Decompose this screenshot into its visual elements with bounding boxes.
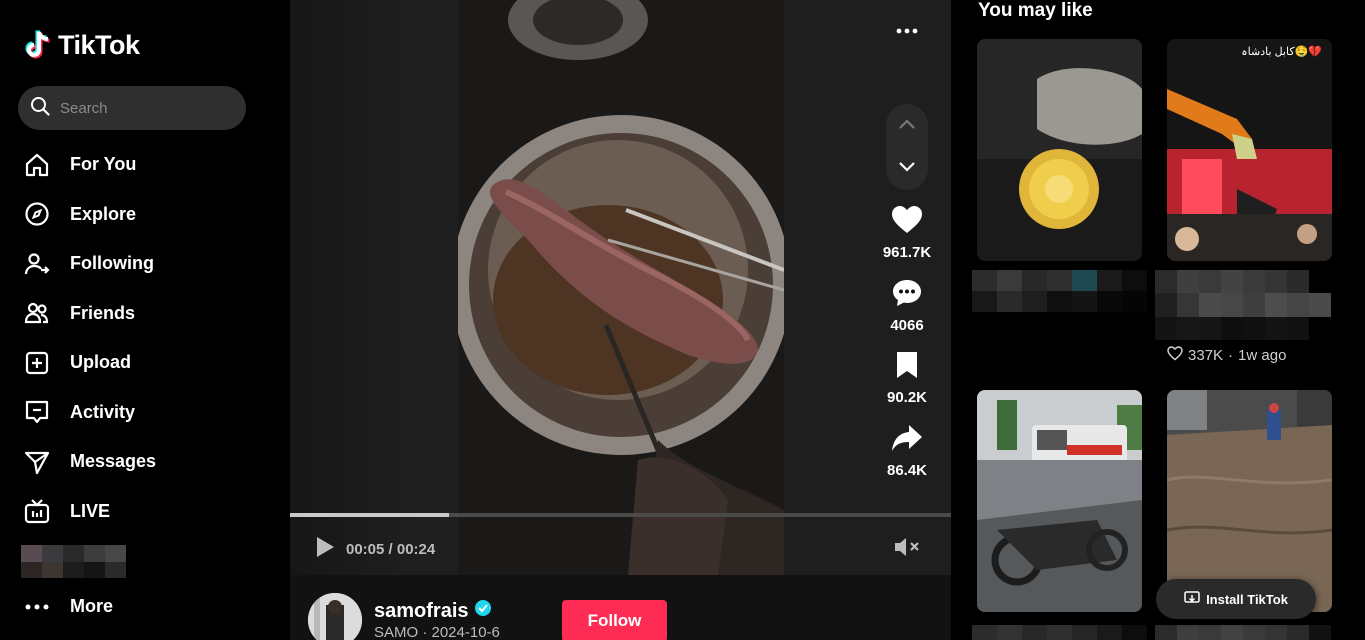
nav-friends[interactable]: Friends [22,289,272,339]
nav-label: Explore [70,203,137,224]
recommendations-panel: You may like کابل بادشاہ🤤💔 337K · 1w ago… [951,0,1365,640]
verified-badge-icon [474,599,492,623]
nav-label: Friends [70,302,136,323]
action-bar: 961.7K 4066 90.2K 86.4K [876,205,938,495]
comment-count: 4066 [890,316,924,334]
excavator-thumbnail-image [1167,39,1332,261]
video-nav-pill [886,104,928,190]
recommendations-title: You may like [978,0,1093,21]
video-frame[interactable] [458,0,784,575]
blurred-account-block [21,545,126,578]
corn-thumbnail-image [977,39,1142,261]
tiktok-logo[interactable]: TikTok [24,28,140,62]
author-subline: SAMO · 2024-10-6 [374,624,500,640]
author-row: samofrais SAMO · 2024-10-6 Follow [290,575,951,640]
install-tiktok-button[interactable]: Install TikTok [1156,579,1316,619]
blurred-caption [1155,625,1331,640]
progress-fill [290,513,449,517]
nav-following[interactable]: Following [22,239,272,289]
avatar[interactable] [308,593,362,640]
progress-bar[interactable] [290,513,951,517]
recommended-video-thumbnail[interactable]: کابل بادشاہ🤤💔 [1167,39,1332,261]
nav-label: Upload [70,352,131,373]
sidebar: TikTok For You Explore Following [0,0,290,640]
home-icon [22,150,52,180]
nav-live[interactable]: LIVE [22,487,272,537]
share-count: 86.4K [886,461,928,479]
nav-activity[interactable]: Activity [22,388,272,438]
upload-icon [22,348,52,378]
separator: · [1228,347,1234,364]
nav-label: For You [70,154,137,175]
nav-for-you[interactable]: For You [22,140,272,190]
video-content-image [458,0,784,575]
compass-icon [22,199,52,229]
chevron-down-icon[interactable] [898,160,916,178]
blurred-caption [972,625,1147,640]
more-dots-icon [22,604,52,610]
username-row[interactable]: samofrais [374,599,492,623]
search-input[interactable] [60,99,220,117]
nav-upload[interactable]: Upload [22,338,272,388]
messages-icon [22,447,52,477]
share-button[interactable]: 86.4K [887,423,927,496]
speaker-muted-icon [893,538,921,562]
video-player[interactable]: 961.7K 4066 90.2K 86.4K 00:05 / 00:24 [290,0,951,575]
search-bar[interactable] [18,86,246,130]
heart-outline-icon [1167,346,1183,365]
more-options-icon[interactable] [896,14,918,40]
nav-label: LIVE [70,500,111,521]
like-button[interactable]: 961.7K [883,205,931,278]
follow-button[interactable]: Follow [562,600,667,640]
more-label: More [70,596,114,616]
recommended-video-thumbnail[interactable] [977,39,1142,261]
nav-label: Following [70,253,154,274]
search-icon [30,96,50,121]
post-age: 1w ago [1238,347,1287,364]
bookmark-icon [894,350,920,385]
like-count: 337K [1188,347,1224,364]
main-nav: For You Explore Following Friends Upload [22,140,272,536]
time-display: 00:05 / 00:24 [346,540,436,558]
logo-text: TikTok [58,29,140,60]
more-button[interactable]: More [22,596,113,617]
thumbnail-overlay-text: کابل بادشاہ🤤💔 [1241,46,1322,58]
mute-button[interactable] [893,536,921,563]
chevron-up-icon[interactable] [898,117,916,135]
like-count: 961.7K [882,244,932,261]
play-icon[interactable] [314,535,336,563]
install-screen-icon [1184,590,1200,608]
recommended-video-thumbnail[interactable] [977,390,1142,612]
blurred-caption [1155,270,1331,340]
activity-icon [22,397,52,427]
playback-controls: 00:05 / 00:24 [314,535,435,563]
following-icon [22,249,52,279]
blurred-caption [972,270,1147,312]
nav-explore[interactable]: Explore [22,190,272,240]
share-arrow-icon [891,423,923,458]
video-meta: 337K · 1w ago [1167,346,1286,365]
street-motorbike-thumbnail-image [977,390,1142,612]
save-button[interactable]: 90.2K [887,350,927,423]
save-count: 90.2K [886,389,928,406]
heart-icon [891,205,923,240]
tiktok-note-icon [24,28,54,62]
friends-icon [22,298,52,328]
comment-icon [891,278,923,313]
nav-label: Activity [70,401,136,422]
comment-button[interactable]: 4066 [890,278,924,351]
nav-label: Messages [70,451,157,472]
nav-messages[interactable]: Messages [22,437,272,487]
username[interactable]: samofrais [374,600,469,623]
install-label: Install TikTok [1206,591,1288,607]
live-tv-icon [22,496,52,526]
